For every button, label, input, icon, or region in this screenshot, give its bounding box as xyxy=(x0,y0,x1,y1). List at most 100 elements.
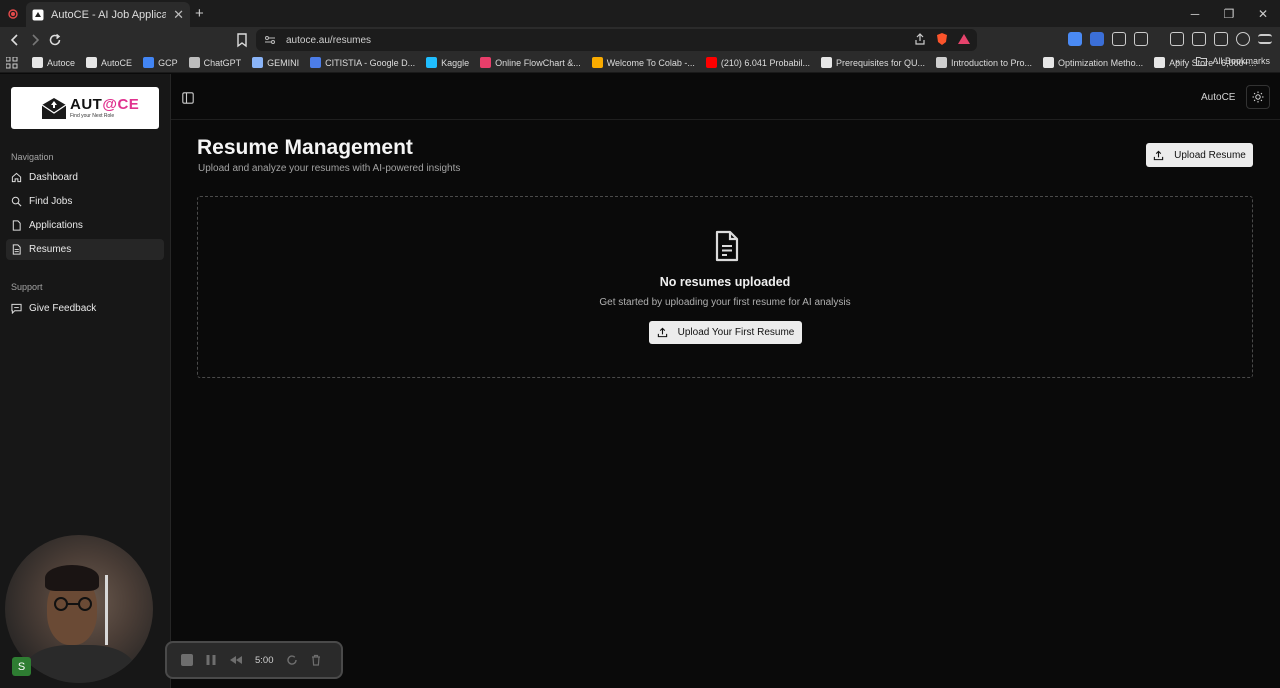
bookmark-item[interactable]: GCP xyxy=(143,57,178,68)
bookmark-favicon-icon xyxy=(32,57,43,68)
restore-icon[interactable]: ❐ xyxy=(1212,0,1246,27)
bookmark-item[interactable]: Online FlowChart &... xyxy=(480,57,581,68)
header-divider xyxy=(171,119,1280,120)
sidebar-item-applications[interactable]: Applications xyxy=(6,215,164,236)
autoce-favicon-icon xyxy=(32,9,44,20)
back-icon[interactable] xyxy=(7,32,23,48)
sidebar-item-label: Find Jobs xyxy=(29,196,73,207)
bookmark-item[interactable]: Prerequisites for QU... xyxy=(820,57,925,68)
bookmark-item[interactable]: AutoCE xyxy=(86,57,132,68)
nav-section-label: Navigation xyxy=(11,152,54,162)
bookmark-favicon-icon xyxy=(143,57,155,68)
extension-box-icon[interactable] xyxy=(1134,32,1148,46)
reload-icon[interactable] xyxy=(47,32,63,48)
brave-shields-icon[interactable] xyxy=(935,32,949,46)
close-window-icon[interactable]: ✕ xyxy=(1246,0,1280,27)
webcam-person-hair xyxy=(45,565,99,591)
bookmark-page-icon[interactable] xyxy=(234,32,250,48)
empty-state-title: No resumes uploaded xyxy=(659,275,791,289)
theme-toggle-button[interactable] xyxy=(1246,85,1270,109)
header-brand: AutoCE xyxy=(1201,92,1236,103)
bookmark-favicon-icon xyxy=(820,57,832,68)
recording-indicator-icon xyxy=(0,0,26,27)
bookmark-favicon-icon xyxy=(1043,57,1055,68)
support-section-label: Support xyxy=(11,282,43,292)
bookmark-item[interactable]: Kaggle xyxy=(426,57,469,68)
logo-text-main: AUT xyxy=(70,96,103,113)
bookmark-favicon-icon xyxy=(1154,57,1166,68)
tab-close-icon[interactable]: ✕ xyxy=(173,7,184,23)
resume-dropzone[interactable]: No resumes uploaded Get started by uploa… xyxy=(197,196,1253,378)
bookmark-item[interactable]: (210) 6.041 Probabil... xyxy=(705,57,810,68)
upload-resume-label: Upload Resume xyxy=(1174,149,1246,161)
sidebar-item-give-feedback[interactable]: Give Feedback xyxy=(6,298,164,319)
sidebar-toggle-icon[interactable] xyxy=(182,92,194,104)
bookmark-item[interactable]: CITISTIA - Google D... xyxy=(310,57,415,68)
page-title: Resume Management xyxy=(197,136,413,159)
address-bar[interactable]: autoce.au/resumes xyxy=(256,29,977,51)
pause-icon[interactable] xyxy=(205,654,217,666)
brave-rewards-icon[interactable] xyxy=(957,32,971,46)
forward-icon[interactable] xyxy=(27,32,43,48)
webcam-background-railing xyxy=(105,575,153,645)
sidebar-item-label: Resumes xyxy=(29,244,72,255)
page-subtitle: Upload and analyze your resumes with AI-… xyxy=(198,163,461,174)
bookmark-favicon-icon xyxy=(86,57,98,68)
apps-grid-icon[interactable] xyxy=(6,56,18,69)
home-icon xyxy=(11,172,22,183)
recording-timer: 5:00 xyxy=(255,654,274,666)
bookmarks-bar: Autoce AutoCE GCP ChatGPT GEMINI CITISTI… xyxy=(0,53,1280,73)
upload-resume-button[interactable]: Upload Resume xyxy=(1146,143,1253,167)
extension-f-icon[interactable] xyxy=(1090,32,1104,46)
bookmark-item[interactable]: ChatGPT xyxy=(188,57,241,68)
logo-text-accent: @CE xyxy=(102,96,140,113)
sidebar-item-label: Give Feedback xyxy=(29,303,97,314)
more-bookmarks-icon[interactable]: » xyxy=(1175,56,1180,66)
bookmark-item[interactable]: Optimization Metho... xyxy=(1043,57,1143,68)
menu-icon[interactable] xyxy=(1258,34,1272,44)
rewind-icon[interactable] xyxy=(229,654,243,666)
extension-icons xyxy=(1068,32,1272,46)
bookmark-favicon-icon xyxy=(480,57,492,68)
share-icon[interactable] xyxy=(913,32,927,46)
upload-first-resume-label: Upload Your First Resume xyxy=(677,327,795,338)
extensions-puzzle-icon[interactable] xyxy=(1112,32,1126,46)
bookmark-favicon-icon xyxy=(252,57,264,68)
sidebar-item-find-jobs[interactable]: Find Jobs xyxy=(6,191,164,212)
upload-first-resume-button[interactable]: Upload Your First Resume xyxy=(649,321,802,344)
vpn-icon[interactable] xyxy=(1236,32,1250,46)
extension-docs-icon[interactable] xyxy=(1068,32,1082,46)
minimize-icon[interactable]: ─ xyxy=(1178,0,1212,27)
bookmark-item[interactable]: GEMINI xyxy=(252,57,299,68)
site-settings-icon[interactable] xyxy=(264,34,276,46)
wallet-icon[interactable] xyxy=(1192,32,1206,46)
file-text-icon xyxy=(12,244,21,255)
stop-recording-icon[interactable] xyxy=(181,654,193,666)
bookmark-item[interactable]: Welcome To Colab -... xyxy=(591,57,695,68)
browser-tab-bar: AutoCE - AI Job Application Assi ✕ + ─ ❐… xyxy=(0,0,1280,27)
new-tab-icon[interactable]: + xyxy=(195,5,204,22)
envelope-logo-icon xyxy=(41,98,67,119)
webcam-glasses xyxy=(54,597,92,611)
bookmark-favicon-icon xyxy=(426,57,438,68)
webcam-person-body xyxy=(25,645,135,683)
bookmark-item[interactable]: Autoce xyxy=(32,57,75,68)
file-icon xyxy=(12,220,21,231)
upload-icon xyxy=(657,327,667,338)
sidebar-toggle-icon[interactable] xyxy=(1170,32,1184,46)
bookmark-item[interactable]: Introduction to Pro... xyxy=(936,57,1032,68)
sidebar-item-resumes[interactable]: Resumes xyxy=(6,239,164,260)
browser-tab[interactable]: AutoCE - AI Job Application Assi ✕ xyxy=(26,2,190,27)
sidebar-item-dashboard[interactable]: Dashboard xyxy=(6,167,164,188)
delete-icon[interactable] xyxy=(310,654,322,666)
restart-icon[interactable] xyxy=(286,654,298,666)
sidebar-item-label: Dashboard xyxy=(29,172,78,183)
url-text: autoce.au/resumes xyxy=(286,34,372,46)
logo[interactable]: AUT@CE Find your Next Role xyxy=(11,87,159,129)
user-avatar[interactable]: S xyxy=(12,657,31,676)
all-bookmarks[interactable]: All Bookmarks xyxy=(1196,56,1270,66)
logo-tagline: Find your Next Role xyxy=(70,113,115,119)
sidebar-item-label: Applications xyxy=(29,220,83,231)
leo-ai-icon[interactable] xyxy=(1214,32,1228,46)
bookmark-favicon-icon xyxy=(188,57,200,68)
